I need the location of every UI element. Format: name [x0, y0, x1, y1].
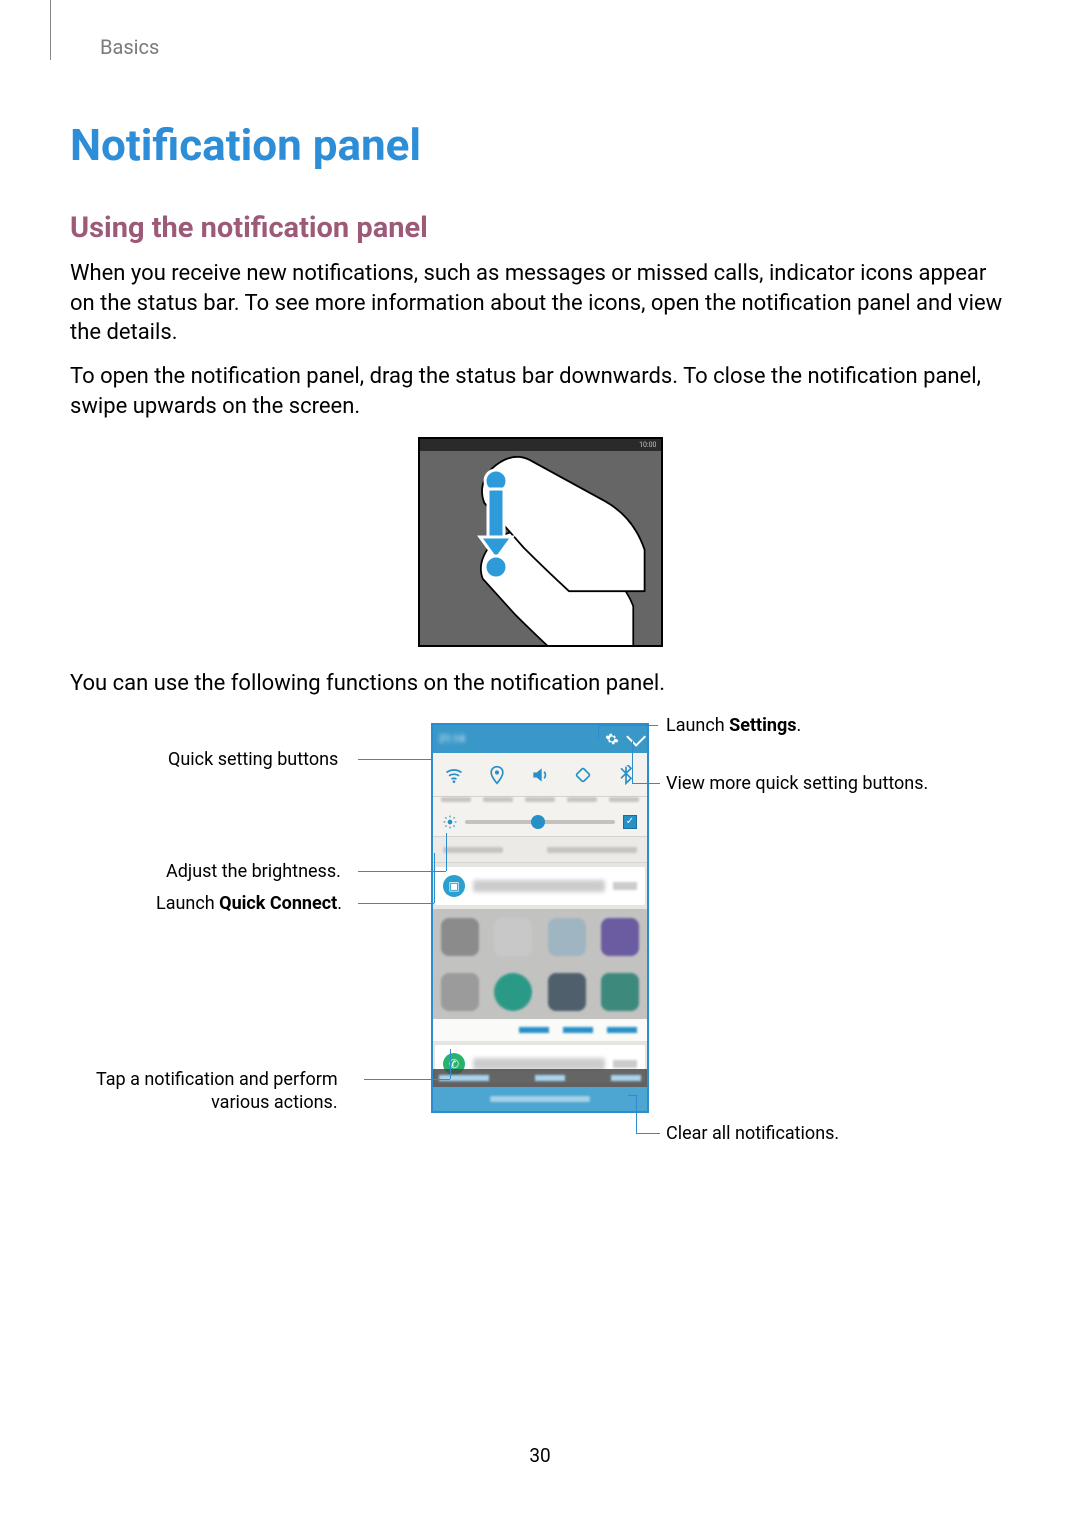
lead-clear	[636, 1133, 660, 1134]
panel-time-blur: 21:14	[439, 734, 465, 745]
callout-quick-setting-buttons: Quick setting buttons	[168, 749, 338, 770]
page-number: 30	[0, 1444, 1080, 1467]
callout-view-more: View more quick setting buttons.	[666, 773, 928, 794]
panel-header: 21:14	[433, 725, 647, 753]
callout-brightness: Adjust the brightness.	[166, 861, 341, 882]
notification-actions	[433, 1019, 647, 1041]
lead-clear-v	[636, 1095, 637, 1133]
lead-qs	[358, 759, 432, 760]
paragraph-2: To open the notification panel, drag the…	[70, 362, 1010, 421]
panel-footer	[433, 1087, 647, 1111]
quick-connect-row	[433, 837, 647, 863]
settings-gear-icon	[605, 732, 619, 746]
lead-set-v	[598, 725, 599, 739]
quick-settings-row	[433, 753, 647, 797]
brightness-slider	[465, 820, 615, 824]
breadcrumb: Basics	[100, 35, 1010, 59]
device-mock: 21:14 ✓ ▣	[431, 723, 649, 1113]
callout-settings: Launch Settings.	[666, 715, 801, 736]
quick-settings-labels	[433, 797, 647, 807]
expand-chevron-icon	[626, 727, 646, 747]
homescreen-bg-row2	[433, 964, 647, 1019]
paragraph-1: When you receive new notifications, such…	[70, 259, 1010, 348]
lead-bright	[358, 871, 446, 872]
figure-swipe-down: 10:00	[418, 437, 663, 647]
lead-bright-v	[446, 833, 447, 871]
rotation-icon	[570, 762, 596, 788]
callout-tap-notification: Tap a notification and performvarious ac…	[96, 1069, 338, 1114]
lead-qc	[358, 903, 434, 904]
lead-qc-v	[434, 853, 435, 903]
lead-tap	[364, 1079, 450, 1080]
homescreen-bg-row1	[433, 909, 647, 964]
diagram-notification-panel: 21:14 ✓ ▣	[80, 713, 1000, 1193]
auto-brightness-check: ✓	[623, 815, 637, 829]
swipe-arrow-icon	[476, 467, 516, 587]
sound-icon	[527, 762, 553, 788]
lead-more	[632, 783, 660, 784]
callout-clear: Clear all notifications.	[666, 1123, 839, 1144]
paragraph-3: You can use the following functions on t…	[70, 669, 1010, 699]
header-rule	[50, 0, 51, 60]
lead-qs-v	[432, 759, 433, 787]
lead-more-v	[632, 741, 633, 783]
page-title: Notification panel	[70, 119, 1010, 171]
location-icon	[484, 762, 510, 788]
lead-tap-v	[450, 1049, 451, 1079]
capture-icon: ▣	[443, 875, 465, 897]
wifi-icon	[441, 762, 467, 788]
brightness-row: ✓	[433, 807, 647, 837]
section-subtitle: Using the notification panel	[70, 211, 1010, 245]
callout-quick-connect: Launch Quick Connect.	[156, 893, 342, 914]
brightness-icon	[443, 815, 457, 829]
lead-clear-hook	[628, 1095, 636, 1096]
bottom-action-bar	[433, 1069, 647, 1087]
lead-set	[598, 725, 658, 726]
notification-card-1: ▣	[435, 867, 645, 905]
